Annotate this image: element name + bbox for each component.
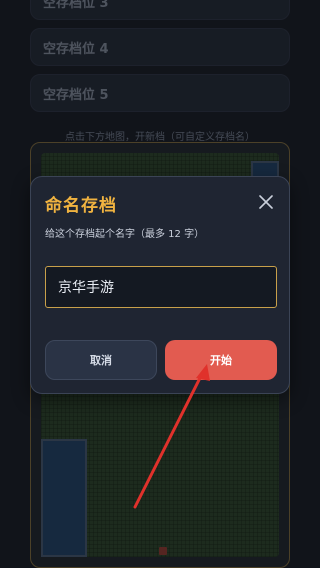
annotation-arrow-icon bbox=[133, 364, 210, 509]
